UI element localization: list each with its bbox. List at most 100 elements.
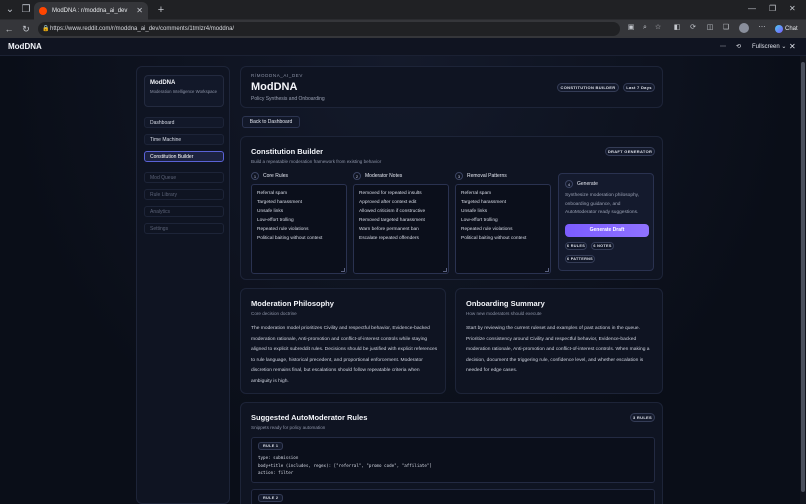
sidebar: ModDNA Moderation Intelligence Workspace…	[136, 66, 230, 504]
back-to-dashboard-button[interactable]: Back to Dashboard	[242, 116, 300, 128]
resize-handle[interactable]	[443, 268, 447, 272]
more-icon[interactable]: ⋯	[720, 40, 726, 54]
refresh-extension-icon[interactable]: ⟳	[688, 23, 698, 33]
page-subtitle: Policy Synthesis and Onboarding	[251, 96, 325, 102]
url-field[interactable]: 🔒 https://www.reddit.com/r/moddna_ai_dev…	[38, 22, 620, 36]
page-header: R/MODDNA_AI_DEV ModDNA Policy Synthesis …	[240, 66, 663, 108]
scrollbar-thumb[interactable]	[801, 62, 805, 492]
rule-snippet[interactable]: RULE 1 type: submission body+title (incl…	[251, 437, 655, 483]
line: Unsafe links	[461, 209, 488, 214]
onboarding-subtitle: How new moderators should execute	[466, 311, 542, 316]
rule-snippet[interactable]: RULE 2	[251, 489, 655, 504]
moderation-philosophy-card: Moderation Philosophy Core decision doct…	[240, 288, 446, 394]
sidebar-item-analytics[interactable]: Analytics	[144, 206, 224, 217]
core-rules-column: 1 Core Rules Referral spam Targeted haras…	[251, 172, 347, 276]
chat-button[interactable]: Chat	[773, 22, 803, 36]
collections-icon[interactable]: ❑	[721, 23, 731, 33]
onboarding-summary-card: Onboarding Summary How new moderators sh…	[455, 288, 663, 394]
generate-draft-button[interactable]: Generate Draft	[565, 224, 649, 237]
extension-icon[interactable]: ◧	[672, 23, 682, 33]
sidebar-item-constitution-builder[interactable]: Constitution Builder	[144, 151, 224, 162]
sidebar-item-settings[interactable]: Settings	[144, 223, 224, 234]
page-title: ModDNA	[251, 81, 298, 93]
line: Low-effort trolling	[461, 218, 498, 223]
close-tab-icon[interactable]: ✕	[136, 2, 143, 20]
moderator-notes-column: 2 Moderator Notes Removed for repeated in…	[353, 172, 449, 276]
brand-card: ModDNA Moderation Intelligence Workspace	[144, 75, 224, 107]
moderator-notes-textarea[interactable]: Removed for repeated insults Approved af…	[353, 184, 449, 274]
page-scrollbar[interactable]	[800, 56, 806, 504]
maximize-icon[interactable]: ❐	[769, 4, 776, 13]
sidebar-item-mod-queue[interactable]: Mod Queue	[144, 172, 224, 183]
back-icon[interactable]: ←	[3, 22, 15, 36]
line: Escalate repeated offenders	[359, 236, 419, 241]
philosophy-text: The moderation model prioritizes Civilit…	[251, 326, 438, 384]
zoom-icon[interactable]: ⌕	[640, 23, 650, 33]
philosophy-subtitle: Core decision doctrine	[251, 311, 297, 316]
sidebar-item-dashboard[interactable]: Dashboard	[144, 117, 224, 128]
tab-title: ModDNA : r/moddna_ai_dev	[52, 8, 128, 14]
brand-name: ModDNA	[150, 80, 176, 86]
tab-bar: ⌄ ❐ ModDNA : r/moddna_ai_dev ✕ + — ❐ ✕	[0, 0, 806, 20]
core-rules-textarea[interactable]: Referral spam Targeted harassment Unsafe…	[251, 184, 347, 274]
tab-menu-icon[interactable]: ⌄	[3, 3, 17, 17]
removal-patterns-column: 3 Removal Patterns Referral spam Targeted…	[455, 172, 551, 276]
column-title: Removal Patterns	[467, 173, 507, 179]
fullscreen-button[interactable]: Fullscreen ⌄	[752, 40, 786, 54]
line: Referral spam	[257, 191, 288, 196]
line: Unsafe links	[257, 209, 284, 214]
line: Approved after context edit	[359, 200, 417, 205]
close-app-icon[interactable]: ✕	[789, 40, 796, 54]
draft-generator-badge: DRAFT GENERATOR	[605, 147, 655, 156]
line: Targeted harassment	[257, 200, 303, 205]
line: Referral spam	[461, 191, 492, 196]
step-number: 2	[353, 172, 361, 180]
automod-subtitle: Snippets ready for policy automation	[251, 425, 326, 430]
line: Repeated rule violations	[257, 227, 309, 232]
section-badge: CONSTITUTION BUILDER	[557, 83, 619, 92]
removal-patterns-textarea[interactable]: Referral spam Targeted harassment Unsafe…	[455, 184, 551, 274]
workspaces-icon[interactable]: ❐	[19, 3, 33, 17]
core-rules-header: 1 Core Rules	[251, 172, 288, 180]
rule-label: RULE 2	[258, 494, 284, 502]
constitution-builder-card: Constitution Builder Build a repeatable …	[240, 136, 663, 280]
step-number: 1	[251, 172, 259, 180]
rotate-icon[interactable]: ⟲	[736, 40, 741, 54]
generate-header: 4 Generate	[565, 180, 598, 188]
address-bar: ← ↻ 🔒 https://www.reddit.com/r/moddna_ai…	[0, 20, 806, 38]
lock-icon: 🔒	[42, 26, 50, 32]
brand-subtitle: Moderation Intelligence Workspace	[150, 89, 218, 94]
line: Political baiting without context	[461, 236, 527, 241]
copilot-icon	[775, 25, 783, 33]
philosophy-title: Moderation Philosophy	[251, 299, 334, 308]
split-screen-icon[interactable]: ◫	[705, 23, 715, 33]
onboarding-text: Start by reviewing the current ruleset a…	[466, 326, 650, 374]
rule-label: RULE 1	[258, 442, 284, 450]
close-window-icon[interactable]: ✕	[789, 4, 796, 13]
browser-tab[interactable]: ModDNA : r/moddna_ai_dev ✕	[34, 2, 148, 20]
builder-subtitle: Build a repeatable moderation framework …	[251, 159, 382, 164]
new-tab-icon[interactable]: +	[154, 3, 168, 17]
step-number: 3	[455, 172, 463, 180]
sidebar-item-time-machine[interactable]: Time Machine	[144, 134, 224, 145]
notes-count-chip: 6 NOTES	[591, 242, 614, 250]
sidebar-item-rule-library[interactable]: Rule Library	[144, 189, 224, 200]
fullscreen-label: Fullscreen	[752, 44, 780, 50]
generate-panel: 4 Generate Synthesize moderation philosop…	[558, 173, 654, 271]
onboarding-title: Onboarding Summary	[466, 299, 545, 308]
generate-description: Synthesize moderation philosophy, onboar…	[565, 193, 640, 215]
resize-handle[interactable]	[545, 268, 549, 272]
patterns-count-chip: 6 PATTERNS	[565, 255, 595, 263]
line: Allowed criticism if constructive	[359, 209, 426, 214]
automoderator-rules-card: Suggested AutoModerator Rules Snippets r…	[240, 402, 663, 504]
minimize-icon[interactable]: —	[748, 4, 756, 13]
app-available-icon[interactable]: ▣	[626, 23, 636, 33]
rules-count-chip: 6 RULES	[565, 242, 587, 250]
favorite-star-icon[interactable]: ☆	[653, 23, 663, 33]
resize-handle[interactable]	[341, 268, 345, 272]
line: Removed targeted harassment	[359, 218, 425, 223]
profile-avatar-icon[interactable]	[739, 23, 749, 33]
date-range-selector[interactable]: Last 7 Days	[623, 83, 655, 92]
reload-icon[interactable]: ↻	[20, 22, 32, 36]
more-options-icon[interactable]: ⋯	[757, 23, 767, 33]
